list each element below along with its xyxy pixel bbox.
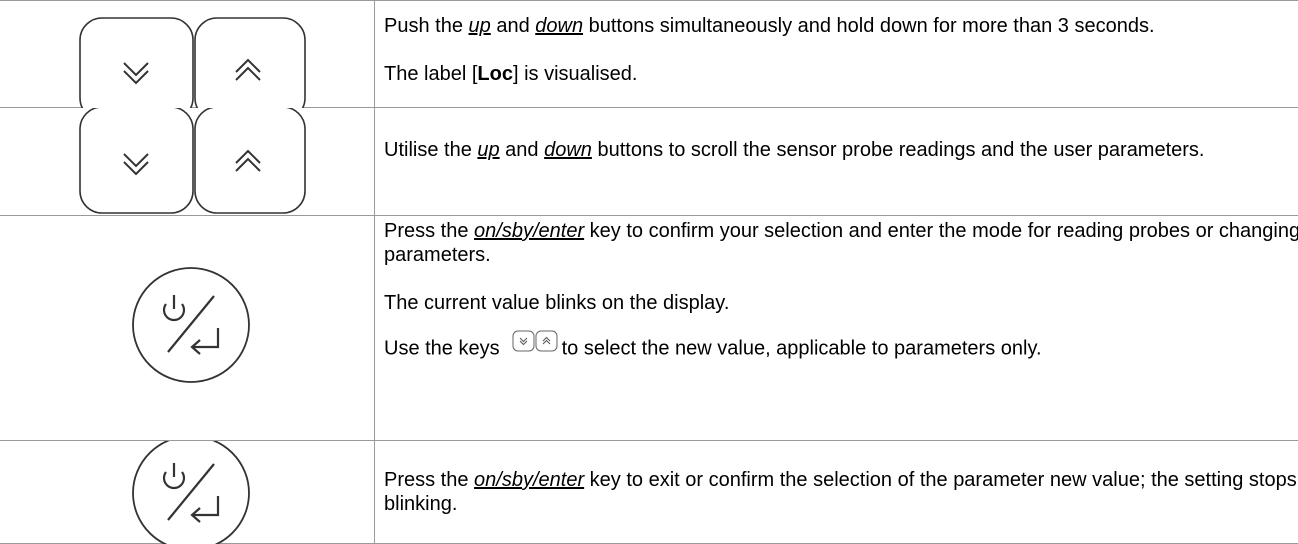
up-keyword: up — [477, 139, 499, 161]
on-sby-enter-keyword: on/sby/enter — [474, 220, 584, 242]
icon-cell — [0, 441, 375, 544]
small-up-key-icon — [536, 331, 557, 351]
table-row: Press the on/sby/enter key to confirm yo… — [0, 216, 1298, 441]
icon-cell — [0, 108, 375, 216]
up-button-icon — [195, 108, 305, 213]
icon-cell — [0, 1, 375, 108]
down-button-icon — [80, 108, 193, 213]
paragraph: Use the keys to select the new value, ap… — [384, 335, 1298, 363]
table-row: Press the on/sby/enter key to exit or co… — [0, 441, 1298, 544]
text: ] is visualised. — [513, 63, 638, 85]
instruction-text: Press the on/sby/enter key to exit or co… — [375, 441, 1298, 544]
text: Press the — [384, 469, 474, 491]
power-enter-key-illustration — [0, 441, 374, 543]
table-row: Push the up and down buttons simultaneou… — [0, 1, 1298, 108]
loc-label: Loc — [477, 63, 513, 85]
paragraph: Push the up and down buttons simultaneou… — [384, 14, 1298, 38]
paragraph: Press the on/sby/enter key to exit or co… — [384, 468, 1298, 516]
small-down-key-icon — [513, 331, 534, 351]
text: Use the keys — [384, 337, 500, 359]
power-enter-key-icon — [133, 441, 249, 544]
text: Utilise the — [384, 139, 477, 161]
up-down-buttons-illustration — [0, 108, 374, 215]
down-keyword: down — [535, 15, 583, 37]
text: The label [ — [384, 63, 477, 85]
text: to select the new value, applicable to p… — [562, 337, 1042, 359]
down-button-icon — [80, 18, 193, 108]
power-enter-key-icon — [133, 268, 249, 382]
text: buttons simultaneously and hold down for… — [583, 15, 1154, 37]
up-button-icon — [195, 18, 305, 108]
paragraph: The label [Loc] is visualised. — [384, 62, 1298, 86]
icon-cell — [0, 216, 375, 441]
instruction-text: Utilise the up and down buttons to scrol… — [375, 108, 1298, 216]
down-keyword: down — [544, 139, 592, 161]
text: buttons to scroll the sensor probe readi… — [592, 139, 1205, 161]
paragraph: Press the on/sby/enter key to confirm yo… — [384, 219, 1298, 267]
inline-keys-icon — [512, 330, 558, 358]
instruction-table: Push the up and down buttons simultaneou… — [0, 0, 1298, 544]
text: Push the — [384, 15, 469, 37]
text: Press the — [384, 220, 474, 242]
power-enter-key-illustration — [0, 216, 374, 440]
text: and — [500, 139, 544, 161]
instruction-text: Push the up and down buttons simultaneou… — [375, 1, 1298, 108]
table-row: Utilise the up and down buttons to scrol… — [0, 108, 1298, 216]
up-down-buttons-illustration — [0, 1, 374, 107]
up-keyword: up — [469, 15, 491, 37]
paragraph: Utilise the up and down buttons to scrol… — [384, 138, 1298, 162]
instruction-text: Press the on/sby/enter key to confirm yo… — [375, 216, 1298, 441]
on-sby-enter-keyword: on/sby/enter — [474, 469, 584, 491]
text: and — [491, 15, 535, 37]
paragraph: The current value blinks on the display. — [384, 291, 1298, 315]
